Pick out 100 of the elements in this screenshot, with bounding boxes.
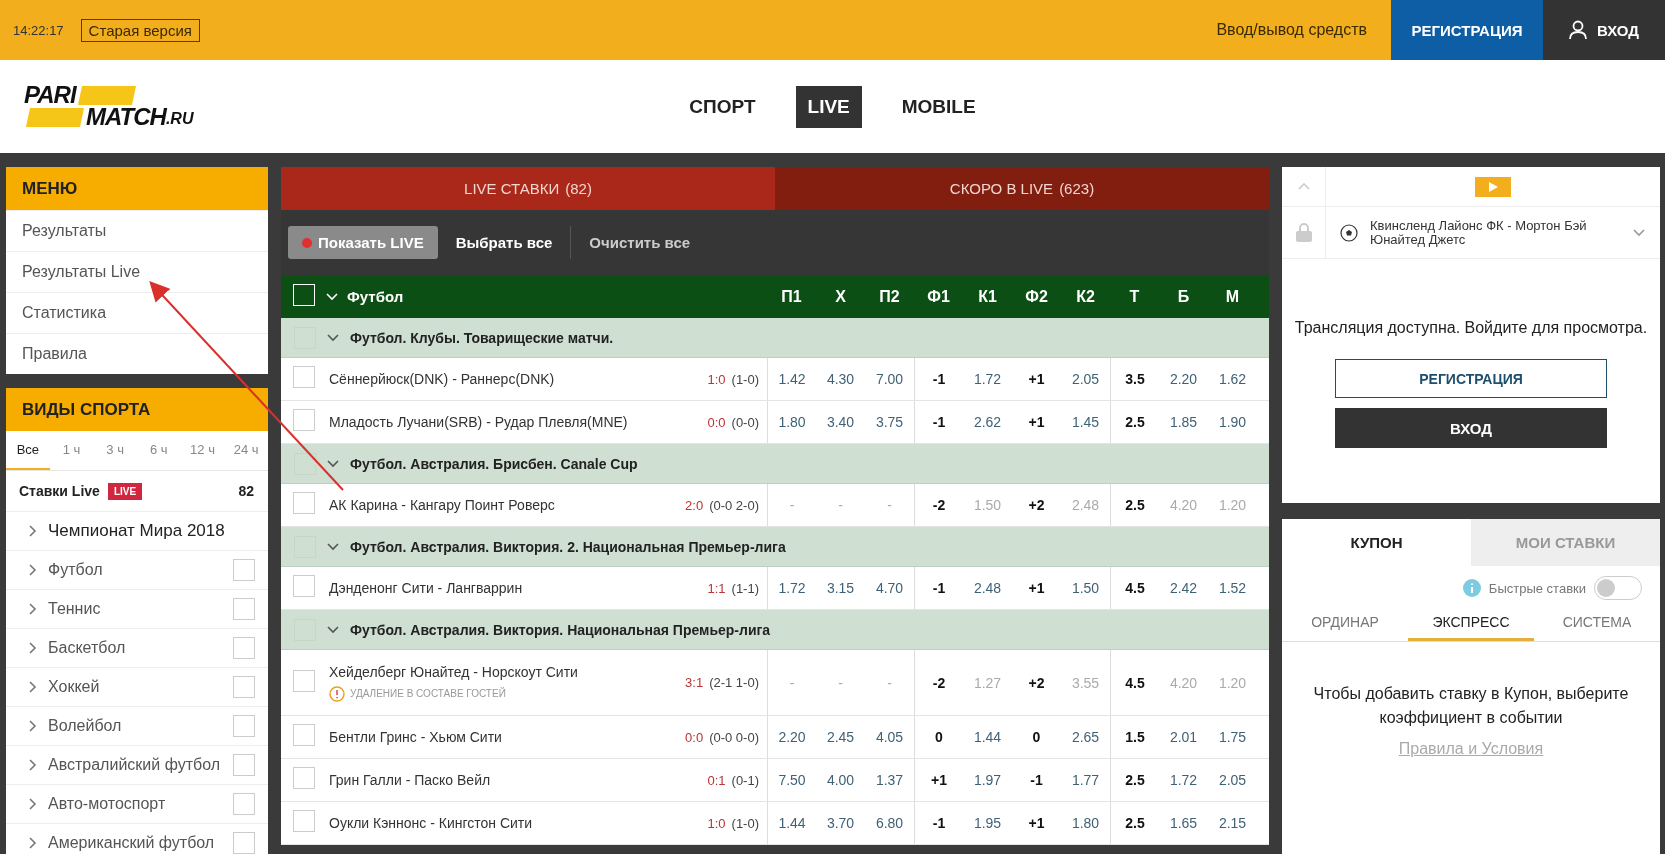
- sport-item[interactable]: Баскетбол: [48, 639, 126, 657]
- nav-tab[interactable]: СПОРТ: [677, 85, 768, 128]
- odds-cell[interactable]: 2.05: [1061, 358, 1110, 400]
- select-all-button[interactable]: Выбрать все: [437, 226, 571, 259]
- register-button[interactable]: РЕГИСТРАЦИЯ: [1335, 359, 1607, 398]
- odds-cell[interactable]: 7.50: [767, 759, 816, 801]
- league-row[interactable]: Футбол. Клубы. Товарищеские матчи.: [281, 318, 1269, 358]
- odds-cell[interactable]: 2.15: [1208, 802, 1257, 844]
- odds-cell[interactable]: 1.72: [1159, 759, 1208, 801]
- time-filter-tab[interactable]: Все: [6, 431, 50, 470]
- menu-item[interactable]: Результаты: [6, 210, 268, 251]
- odds-cell[interactable]: 1.80: [1061, 802, 1110, 844]
- sport-item[interactable]: Американский футбол: [48, 834, 215, 852]
- odds-cell[interactable]: 3.70: [816, 802, 865, 844]
- odds-cell[interactable]: 2.01: [1159, 716, 1208, 758]
- sport-item[interactable]: Футбол: [48, 561, 103, 579]
- play-button[interactable]: [1475, 176, 1511, 197]
- odds-cell[interactable]: 1.75: [1208, 716, 1257, 758]
- checkbox[interactable]: [233, 754, 255, 776]
- checkbox[interactable]: [293, 724, 315, 746]
- checkbox[interactable]: [233, 598, 255, 620]
- time-filter-tab[interactable]: 1 ч: [49, 431, 94, 470]
- odds-cell[interactable]: 2.48: [963, 567, 1012, 609]
- odds-cell[interactable]: 1.42: [767, 358, 816, 400]
- league-row[interactable]: Футбол. Австралия. Брисбен. Canale Cup: [281, 444, 1269, 484]
- checkbox[interactable]: [293, 669, 315, 692]
- login-button[interactable]: ВХОД: [1335, 408, 1607, 448]
- checkbox[interactable]: [293, 575, 315, 597]
- odds-cell[interactable]: 1.44: [963, 716, 1012, 758]
- nav-tab[interactable]: LIVE: [795, 85, 862, 128]
- odds-cell[interactable]: 3.15: [816, 567, 865, 609]
- odds-cell[interactable]: 2.20: [767, 716, 816, 758]
- odds-cell[interactable]: 2.65: [1061, 716, 1110, 758]
- odds-cell[interactable]: 1.45: [1061, 401, 1110, 443]
- bet-type-tab[interactable]: ОРДИНАР: [1282, 606, 1408, 641]
- checkbox[interactable]: [233, 559, 255, 581]
- odds-cell[interactable]: 1.85: [1159, 401, 1208, 443]
- odds-cell[interactable]: 1.95: [963, 802, 1012, 844]
- odds-cell[interactable]: 2.62: [963, 401, 1012, 443]
- odds-cell[interactable]: 6.80: [865, 802, 914, 844]
- checkbox[interactable]: [293, 810, 315, 832]
- league-row[interactable]: Футбол. Австралия. Виктория. Национальная Премьер-лига: [281, 610, 1269, 650]
- time-filter-tab[interactable]: 24 ч: [224, 431, 268, 470]
- odds-cell[interactable]: 4.30: [816, 358, 865, 400]
- match-name[interactable]: Дэнденонг Сити - Лангваррин: [329, 580, 702, 596]
- match-name[interactable]: Оукли Кэннонс - Кингстон Сити: [329, 815, 702, 831]
- odds-cell[interactable]: 1.62: [1208, 358, 1257, 400]
- old-version-button[interactable]: Старая версия: [80, 18, 200, 42]
- odds-cell[interactable]: 2.05: [1208, 759, 1257, 801]
- match-name[interactable]: Бентли Гринс - Хьюм Сити: [329, 729, 680, 745]
- checkbox[interactable]: [293, 767, 315, 789]
- checkbox[interactable]: [233, 676, 255, 698]
- checkbox[interactable]: [293, 492, 315, 514]
- quick-bets-toggle[interactable]: [1594, 576, 1642, 600]
- match-name[interactable]: Сённерйюск(DNK) - Раннерс(DNK): [329, 371, 702, 387]
- time-filter-tab[interactable]: 6 ч: [137, 431, 181, 470]
- nav-tab[interactable]: MOBILE: [889, 85, 988, 128]
- odds-cell[interactable]: 1.97: [963, 759, 1012, 801]
- checkbox[interactable]: [233, 715, 255, 737]
- odds-cell[interactable]: 4.70: [865, 567, 914, 609]
- bet-type-tab[interactable]: ЭКСПРЕСС: [1408, 606, 1534, 641]
- odds-cell[interactable]: 2.20: [1159, 358, 1208, 400]
- match-name[interactable]: АК Карина - Кангару Поинт Роверс: [329, 497, 680, 513]
- clear-all-button[interactable]: Очистить все: [570, 226, 709, 259]
- odds-cell[interactable]: 1.37: [865, 759, 914, 801]
- odds-cell[interactable]: 1.65: [1159, 802, 1208, 844]
- match-name[interactable]: Грин Галли - Паско Вейл: [329, 772, 702, 788]
- league-row[interactable]: Футбол. Австралия. Виктория. 2. Национальная Премьер-лига: [281, 527, 1269, 567]
- checkbox[interactable]: [293, 409, 315, 431]
- bet-type-tab[interactable]: СИСТЕМА: [1534, 606, 1660, 641]
- checkbox[interactable]: [233, 793, 255, 815]
- bets-tab[interactable]: СКОРО В LIVE (623): [775, 167, 1269, 210]
- odds-cell[interactable]: 1.90: [1208, 401, 1257, 443]
- odds-cell[interactable]: 1.72: [767, 567, 816, 609]
- odds-cell[interactable]: 7.00: [865, 358, 914, 400]
- sport-item[interactable]: Хоккей: [48, 678, 100, 696]
- odds-cell[interactable]: 1.44: [767, 802, 816, 844]
- odds-cell[interactable]: 1.52: [1208, 567, 1257, 609]
- menu-item[interactable]: Статистика: [6, 292, 268, 333]
- live-bets-label[interactable]: Ставки Live: [19, 483, 100, 499]
- checkbox[interactable]: [233, 637, 255, 659]
- deposit-withdraw-link[interactable]: Ввод/вывод средств: [1216, 21, 1367, 39]
- odds-cell[interactable]: 4.05: [865, 716, 914, 758]
- checkbox[interactable]: [233, 832, 255, 854]
- odds-cell[interactable]: 1.72: [963, 358, 1012, 400]
- menu-item[interactable]: Правила: [6, 333, 268, 374]
- logo[interactable]: PARI MATCH.RU: [24, 84, 194, 128]
- odds-cell[interactable]: 3.40: [816, 401, 865, 443]
- odds-cell[interactable]: 1.50: [1061, 567, 1110, 609]
- sport-item[interactable]: Теннис: [48, 600, 101, 618]
- time-filter-tab[interactable]: 3 ч: [93, 431, 137, 470]
- sport-item[interactable]: Авто-мотоспорт: [48, 795, 166, 813]
- odds-cell[interactable]: 1.80: [767, 401, 816, 443]
- match-name[interactable]: Младость Лучани(SRB) - Рудар Плевля(MNE): [329, 414, 702, 430]
- sport-item[interactable]: Австралийский футбол: [48, 756, 220, 774]
- odds-cell[interactable]: 2.42: [1159, 567, 1208, 609]
- checkbox[interactable]: [293, 366, 315, 388]
- register-button[interactable]: РЕГИСТРАЦИЯ: [1391, 0, 1543, 60]
- sport-item[interactable]: Волейбол: [48, 717, 122, 735]
- match-name[interactable]: Хейделберг Юнайтед - Норскоут Сити: [329, 663, 680, 680]
